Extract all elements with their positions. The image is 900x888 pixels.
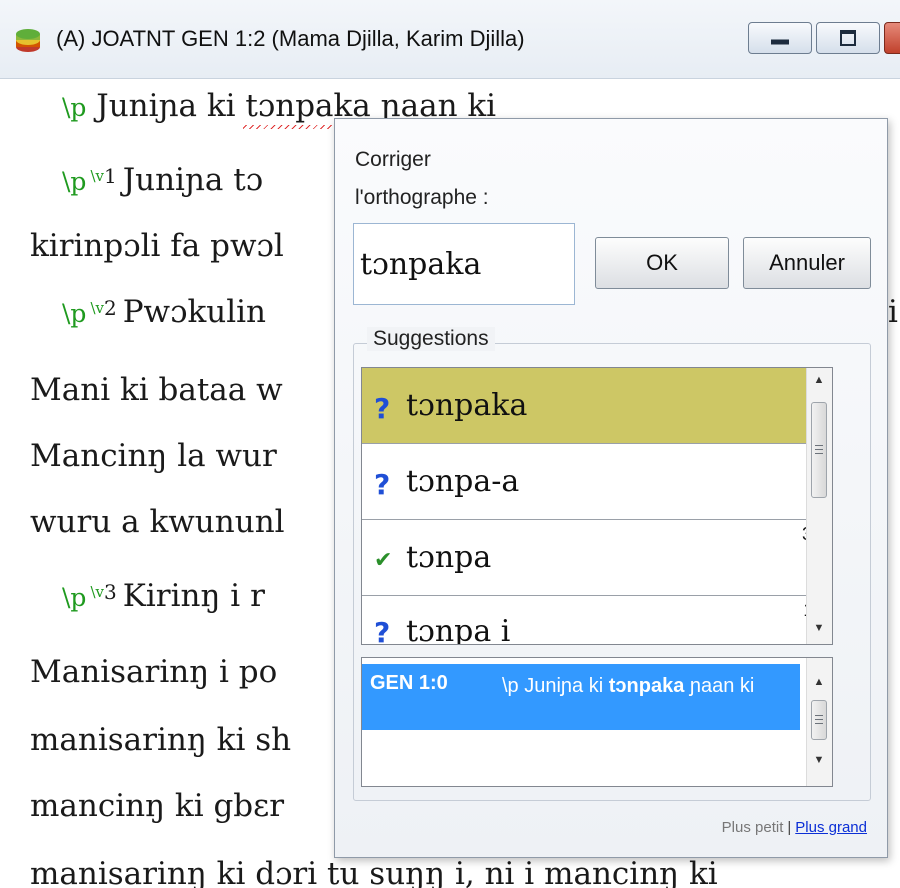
scroll-thumb[interactable] — [811, 700, 827, 740]
reference-text-after: ɲaan ki — [684, 675, 755, 697]
cancel-button[interactable]: Annuler — [743, 237, 871, 289]
scroll-grip — [815, 723, 823, 724]
line-text: Manisarinŋ i po — [30, 654, 278, 690]
suggestion-item[interactable]: ? tɔnpa-a 2 — [362, 444, 832, 520]
line-text: Pwɔkulin — [122, 294, 267, 330]
suggestion-word: tɔnpaka — [406, 388, 528, 423]
window-title: (A) JOATNT GEN 1:2 (Mama Djilla, Karim D… — [56, 26, 525, 51]
suggestion-item[interactable]: ✔ tɔnpa 35 — [362, 520, 832, 596]
line-text: kirinpɔli fa pwɔl — [30, 228, 284, 264]
doc-line[interactable]: mancinŋ ki gbɛr — [30, 786, 284, 826]
line-text: Kirinŋ i r — [122, 578, 265, 614]
paragraph-marker: \p — [62, 167, 87, 196]
scroll-thumb[interactable] — [811, 402, 827, 498]
reference-label: GEN 1:0 — [370, 672, 448, 694]
reference-item[interactable]: GEN 1:0 \p Juniɲa ki tɔnpaka ɲaan ki — [362, 664, 800, 730]
scroll-down-arrow-icon[interactable]: ▼ — [807, 754, 831, 766]
checkmark-icon: ✔ — [374, 548, 393, 573]
verse-number: 1 — [103, 164, 117, 188]
dialog-title: Corriger l'orthographe : — [355, 148, 489, 209]
reference-text: \p Juniɲa ki tɔnpaka ɲaan ki — [502, 672, 792, 700]
smaller-text-option[interactable]: Plus petit — [722, 819, 784, 836]
scroll-down-arrow-icon[interactable]: ▼ — [807, 622, 831, 634]
doc-line[interactable]: Mani ki bataa w — [30, 370, 283, 410]
doc-line[interactable]: manisarinŋ ki sh — [30, 720, 291, 760]
scroll-up-arrow-icon[interactable]: ▲ — [807, 374, 831, 386]
doc-line[interactable]: kirinpɔli fa pwɔl — [30, 226, 284, 266]
suggestion-word: tɔnpa — [406, 540, 492, 575]
minimize-icon — [771, 39, 789, 45]
question-icon: ? — [374, 616, 391, 645]
doc-line[interactable]: \p \v2 Pwɔkulin — [62, 292, 266, 334]
ok-button[interactable]: OK — [595, 237, 729, 289]
correction-input[interactable] — [353, 223, 575, 305]
reference-word: tɔnpaka — [608, 675, 685, 697]
suggestions-scrollbar[interactable]: ▲ ▼ — [806, 368, 832, 644]
close-button[interactable] — [884, 22, 900, 54]
reference-list[interactable]: GEN 1:0 \p Juniɲa ki tɔnpaka ɲaan ki ▲ ▼ — [361, 657, 833, 787]
suggestion-item[interactable]: ? tɔnpa i 11 — [362, 596, 832, 645]
verse-marker: \v — [90, 583, 104, 601]
verse-marker: \v — [90, 299, 104, 317]
line-text: wuru a kwununl — [30, 504, 285, 540]
verse-number: 2 — [103, 296, 117, 320]
paragraph-marker: \p — [62, 93, 87, 122]
title-bar: (A) JOATNT GEN 1:2 (Mama Djilla, Karim D… — [0, 0, 900, 79]
doc-line[interactable]: Manisarinŋ i po — [30, 652, 277, 692]
line-text: manisarinŋ ki sh — [30, 722, 292, 758]
verse-number: 3 — [103, 580, 117, 604]
app-icon — [16, 29, 40, 52]
larger-text-link[interactable]: Plus grand — [795, 819, 867, 836]
reference-text-before: \p Juniɲa ki — [502, 675, 609, 697]
reference-scrollbar[interactable]: ▲ ▼ — [806, 658, 832, 786]
paragraph-marker: \p — [62, 299, 87, 328]
line-text: Juniɲa tɔ — [122, 162, 264, 198]
suggestions-label: Suggestions — [367, 327, 495, 351]
spell-check-dialog: Corriger l'orthographe : OK Annuler Sugg… — [334, 118, 888, 858]
scroll-grip — [815, 715, 823, 716]
minimize-button[interactable] — [748, 22, 812, 54]
separator: | — [787, 819, 792, 836]
scroll-grip — [815, 445, 823, 446]
suggestions-list[interactable]: ? tɔnpaka 1 ? tɔnpa-a 2 ✔ tɔnpa 35 ? tɔn… — [361, 367, 833, 645]
scroll-grip — [815, 449, 823, 450]
line-text: Mani ki bataa w — [30, 372, 283, 408]
doc-line-tail: i. — [888, 294, 900, 330]
scroll-up-arrow-icon[interactable]: ▲ — [807, 676, 831, 688]
maximize-icon — [840, 30, 856, 46]
verse-marker: \v — [90, 167, 104, 185]
paragraph-marker: \p — [62, 583, 87, 612]
line-text: Juniɲa ki — [86, 88, 246, 124]
doc-line[interactable]: \p \v3 Kirinŋ i r — [62, 576, 265, 618]
question-icon: ? — [374, 392, 391, 425]
scroll-grip — [815, 719, 823, 720]
line-text: manisarinŋ ki dɔri tu suŋŋ i, ni i manci… — [30, 856, 718, 888]
size-links: Plus petit | Plus grand — [722, 819, 867, 836]
line-text: Mancinŋ la wur — [30, 438, 277, 474]
doc-line[interactable]: \p \v1 Juniɲa tɔ — [62, 160, 263, 202]
suggestion-word: tɔnpa-a — [406, 464, 520, 499]
doc-line[interactable]: manisarinŋ ki dɔri tu suŋŋ i, ni i manci… — [30, 854, 718, 888]
doc-line[interactable]: wuru a kwununl — [30, 502, 285, 542]
line-text: mancinŋ ki gbɛr — [30, 788, 285, 824]
scroll-grip — [815, 453, 823, 454]
doc-line[interactable]: Mancinŋ la wur — [30, 436, 277, 476]
maximize-button[interactable] — [816, 22, 880, 54]
question-icon: ? — [374, 468, 391, 501]
suggestion-item[interactable]: ? tɔnpaka 1 — [362, 368, 832, 444]
suggestion-word: tɔnpa i — [406, 614, 511, 645]
